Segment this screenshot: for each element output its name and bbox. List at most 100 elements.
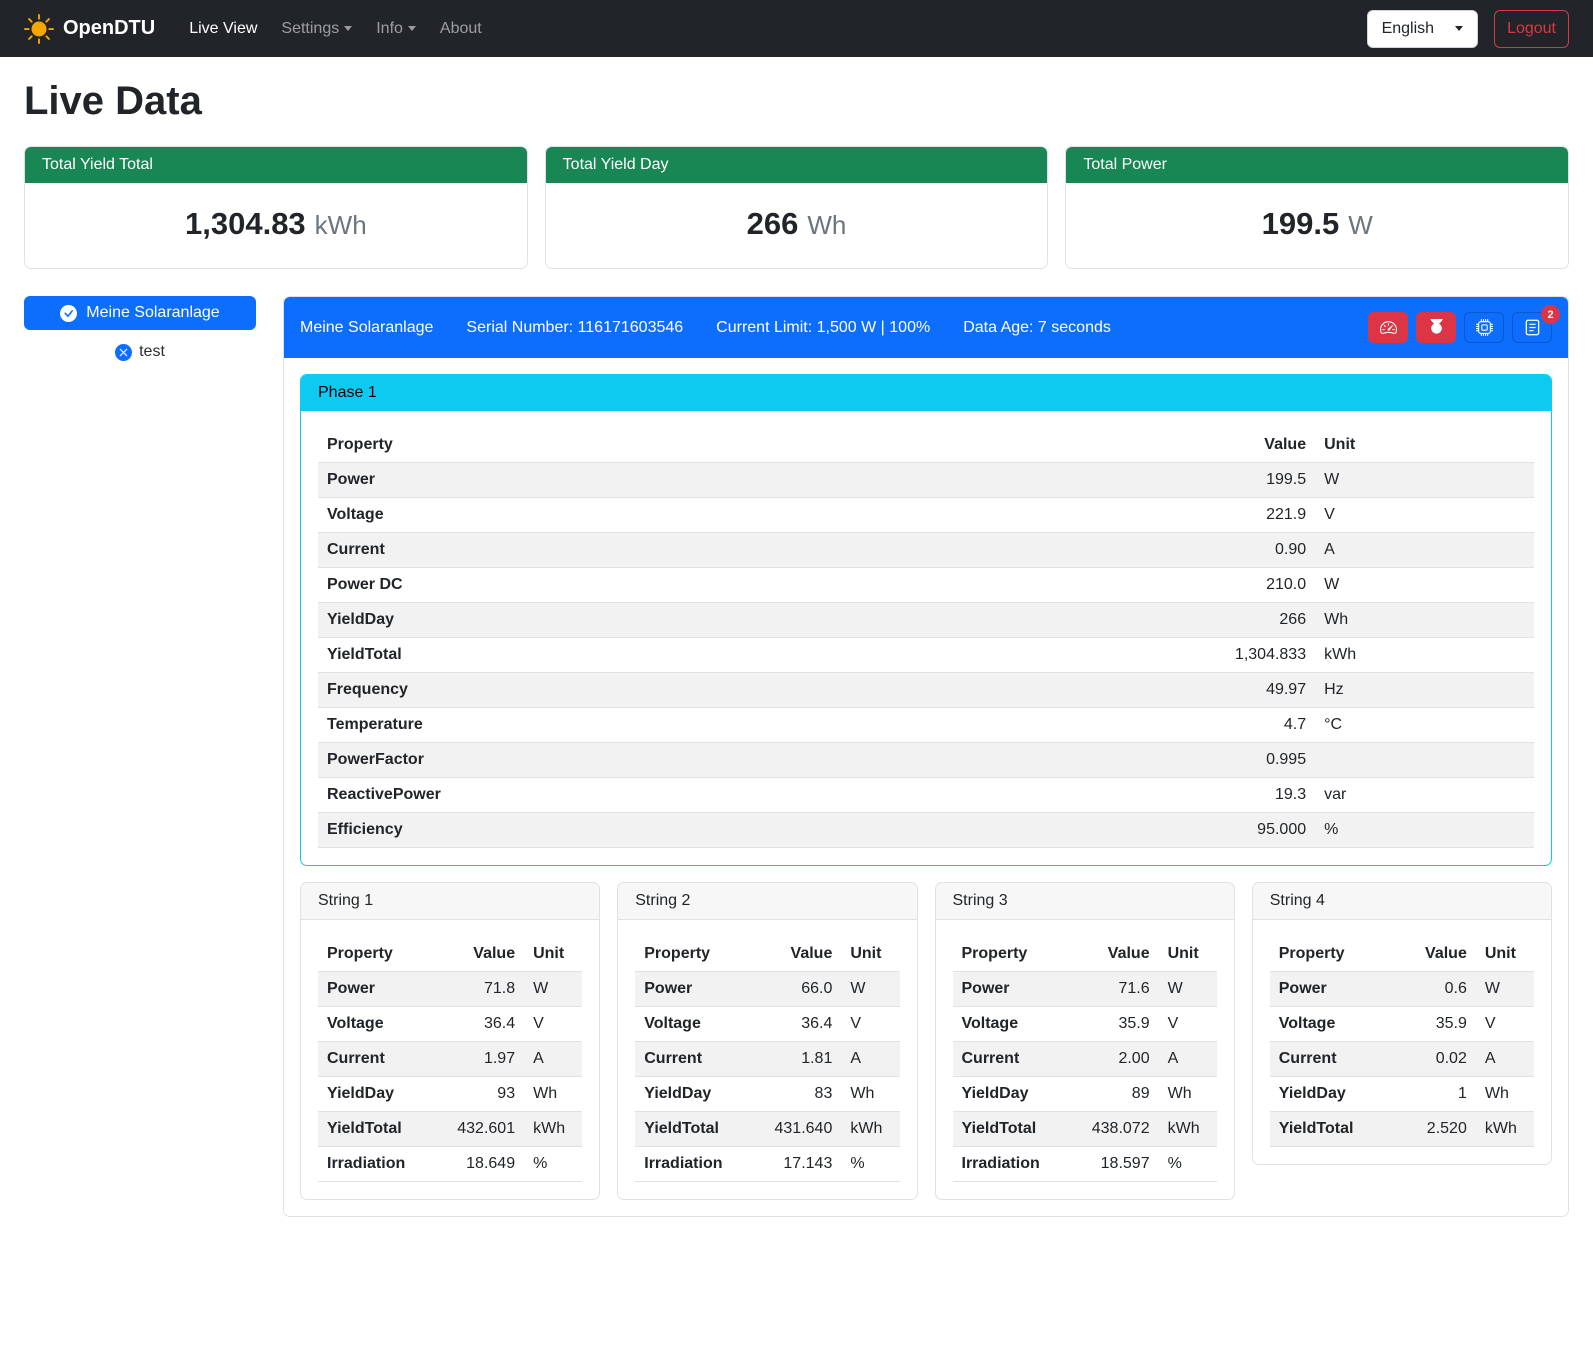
string-card-2: String 2 Property Value Unit bbox=[617, 882, 917, 1200]
string-card-title: String 1 bbox=[301, 883, 599, 920]
summary-card-value: 199.5 bbox=[1262, 206, 1340, 241]
table-row: Irradiation 18.597 % bbox=[953, 1147, 1217, 1182]
cell-value: 432.601 bbox=[440, 1112, 525, 1147]
language-select[interactable]: English bbox=[1367, 10, 1478, 48]
cell-property: Voltage bbox=[318, 1007, 440, 1042]
event-log-button[interactable]: 2 bbox=[1512, 312, 1552, 343]
string-table: Property Value Unit Power 0.6 W bbox=[1270, 937, 1534, 1147]
string-card-3: String 3 Property Value Unit bbox=[935, 882, 1235, 1200]
string-card-title: String 3 bbox=[936, 883, 1234, 920]
nav-links: Live View Settings Info About bbox=[177, 12, 1366, 46]
table-row: YieldTotal 438.072 kWh bbox=[953, 1112, 1217, 1147]
gauge-icon bbox=[1380, 319, 1397, 336]
table-row: YieldTotal 2.520 kWh bbox=[1270, 1112, 1534, 1147]
cell-unit: Hz bbox=[1315, 673, 1534, 708]
cell-unit: Wh bbox=[524, 1077, 582, 1112]
column-header-property: Property bbox=[318, 428, 1145, 463]
cell-value: 71.6 bbox=[1074, 972, 1159, 1007]
journal-icon bbox=[1524, 319, 1541, 336]
cell-property: Irradiation bbox=[953, 1147, 1075, 1182]
cell-unit: Wh bbox=[1476, 1077, 1534, 1112]
brand-label: OpenDTU bbox=[63, 17, 155, 40]
cell-property: PowerFactor bbox=[318, 743, 1145, 778]
cell-property: Current bbox=[318, 1042, 440, 1077]
table-row: Power 71.8 W bbox=[318, 972, 582, 1007]
sidebar-item-inverter[interactable]: Meine Solaranlage bbox=[24, 296, 256, 330]
column-header-value: Value bbox=[1145, 428, 1315, 463]
summary-card-unit: W bbox=[1348, 210, 1373, 240]
brand[interactable]: OpenDTU bbox=[24, 14, 155, 44]
cell-value: 0.6 bbox=[1391, 972, 1476, 1007]
cell-unit: V bbox=[1159, 1007, 1217, 1042]
string-table: Property Value Unit Power 71.8 W bbox=[318, 937, 582, 1182]
summary-card-title: Total Yield Day bbox=[546, 147, 1048, 183]
inverter-info: Meine Solaranlage Serial Number: 1161716… bbox=[300, 319, 1368, 337]
cell-property: Temperature bbox=[318, 708, 1145, 743]
cell-unit: A bbox=[1315, 533, 1534, 568]
nav-live-view[interactable]: Live View bbox=[177, 12, 269, 46]
cell-value: 66.0 bbox=[757, 972, 842, 1007]
device-info-button[interactable] bbox=[1464, 312, 1504, 343]
string-card-title: String 2 bbox=[618, 883, 916, 920]
cell-property: Efficiency bbox=[318, 813, 1145, 848]
main-row: Meine Solaranlage test Meine Solaranlage… bbox=[24, 296, 1569, 1217]
summary-card-value: 1,304.83 bbox=[185, 206, 306, 241]
caret-down-icon bbox=[1455, 26, 1463, 31]
cell-value: 35.9 bbox=[1391, 1007, 1476, 1042]
table-row: PowerFactor 0.995 bbox=[318, 743, 1534, 778]
nav-info-dropdown[interactable]: Info bbox=[364, 12, 428, 46]
phase-card: Phase 1 Property Value Unit bbox=[300, 374, 1552, 866]
column-header-unit: Unit bbox=[524, 937, 582, 972]
cell-property: Power bbox=[1270, 972, 1392, 1007]
logout-button[interactable]: Logout bbox=[1494, 10, 1569, 48]
power-button[interactable] bbox=[1416, 312, 1456, 343]
string-card-4: String 4 Property Value Unit bbox=[1252, 882, 1552, 1165]
cell-value: 93 bbox=[440, 1077, 525, 1112]
cell-value: 89 bbox=[1074, 1077, 1159, 1112]
summary-card-value: 266 bbox=[747, 206, 799, 241]
cell-property: Power bbox=[318, 972, 440, 1007]
nav-about[interactable]: About bbox=[428, 12, 494, 46]
string-table: Property Value Unit Power 66.0 W bbox=[635, 937, 899, 1182]
table-row: YieldDay 89 Wh bbox=[953, 1077, 1217, 1112]
cell-property: YieldTotal bbox=[318, 638, 1145, 673]
sidebar-item-test[interactable]: test bbox=[24, 343, 256, 361]
summary-cards-row: Total Yield Total 1,304.83kWh Total Yiel… bbox=[24, 146, 1569, 269]
cell-property: Voltage bbox=[1270, 1007, 1392, 1042]
table-header-row: Property Value Unit bbox=[1270, 937, 1534, 972]
limit-settings-button[interactable] bbox=[1368, 312, 1408, 343]
sidebar: Meine Solaranlage test bbox=[24, 296, 256, 361]
cell-unit: % bbox=[524, 1147, 582, 1182]
page-container: Live Data Total Yield Total 1,304.83kWh … bbox=[0, 57, 1593, 1245]
summary-card-title: Total Yield Total bbox=[25, 147, 527, 183]
table-row: Current 0.90 A bbox=[318, 533, 1534, 568]
table-row: Power 0.6 W bbox=[1270, 972, 1534, 1007]
cell-value: 18.649 bbox=[440, 1147, 525, 1182]
cell-value: 19.3 bbox=[1145, 778, 1315, 813]
cell-value: 438.072 bbox=[1074, 1112, 1159, 1147]
power-switch-icon bbox=[1428, 319, 1445, 336]
cell-value: 199.5 bbox=[1145, 463, 1315, 498]
cell-property: Frequency bbox=[318, 673, 1145, 708]
cell-property: ReactivePower bbox=[318, 778, 1145, 813]
cell-unit bbox=[1315, 743, 1534, 778]
string-card-title: String 4 bbox=[1253, 883, 1551, 920]
x-circle-icon[interactable] bbox=[115, 344, 132, 361]
column-header-unit: Unit bbox=[1315, 428, 1534, 463]
table-row: Current 1.97 A bbox=[318, 1042, 582, 1077]
string-table: Property Value Unit Power 71.6 W bbox=[953, 937, 1217, 1182]
cell-value: 95.000 bbox=[1145, 813, 1315, 848]
caret-down-icon bbox=[408, 26, 416, 31]
cell-property: YieldDay bbox=[635, 1077, 757, 1112]
cell-value: 36.4 bbox=[757, 1007, 842, 1042]
page-title: Live Data bbox=[24, 79, 1569, 124]
table-row: YieldDay 83 Wh bbox=[635, 1077, 899, 1112]
cell-value: 1.97 bbox=[440, 1042, 525, 1077]
nav-settings-dropdown[interactable]: Settings bbox=[269, 12, 364, 46]
table-row: Power 199.5 W bbox=[318, 463, 1534, 498]
cell-property: YieldTotal bbox=[318, 1112, 440, 1147]
cell-value: 35.9 bbox=[1074, 1007, 1159, 1042]
cell-property: YieldDay bbox=[318, 1077, 440, 1112]
table-row: YieldDay 1 Wh bbox=[1270, 1077, 1534, 1112]
cell-unit: % bbox=[1159, 1147, 1217, 1182]
